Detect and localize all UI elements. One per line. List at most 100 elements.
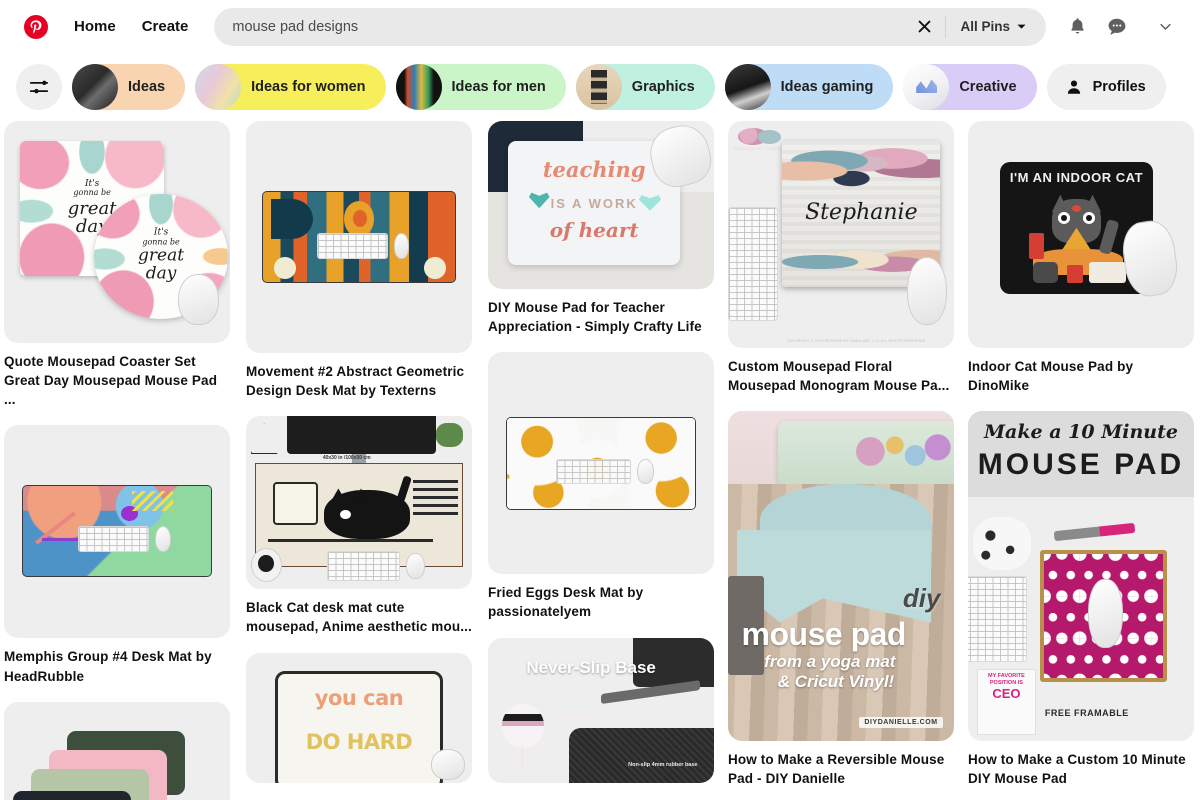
chip-graphics[interactable]: Graphics — [575, 64, 715, 110]
art-text: DO HARD — [305, 729, 413, 754]
art-text: teaching — [542, 157, 646, 183]
keyboard-illustration — [555, 458, 632, 485]
pin-column-2: Movement #2 Abstract Geometric Design De… — [246, 121, 472, 799]
keyboard-illustration — [968, 576, 1027, 663]
pin-column-4: DESIGNS BY LINDA NEE Stephanie COPYRIGHT… — [728, 121, 954, 800]
mouse-illustration — [154, 525, 172, 553]
pin-card[interactable]: diy mouse pad from a yoga mat & Cricut V… — [728, 411, 954, 788]
chip-thumbnail-ideas-gaming — [724, 64, 771, 110]
chip-label: Ideas for men — [451, 79, 546, 95]
search-bar[interactable]: All Pins — [214, 7, 1046, 46]
chip-thumbnail-ideas-for-men — [395, 64, 442, 110]
pin-card[interactable]: It's gonna be great day It's gonna be gr… — [4, 121, 230, 409]
pin-title: Fried Eggs Desk Mat by passionatelyem — [488, 585, 644, 620]
pin-card[interactable] — [4, 701, 230, 800]
filter-sliders-icon[interactable] — [16, 64, 62, 110]
chip-label: Creative — [959, 79, 1017, 95]
pin-image-black-cat-desk-mat[interactable]: 40x30 in /100x50 cm — [246, 416, 472, 590]
desk-mat-art — [22, 485, 212, 577]
art-text: mouse pad — [741, 615, 907, 652]
mouse-illustration — [393, 233, 409, 259]
art-text: of heart — [549, 218, 639, 243]
pin-column-1: It's gonna be great day It's gonna be gr… — [4, 121, 230, 800]
messages-chat-icon[interactable] — [1100, 10, 1134, 44]
clear-search-icon[interactable] — [909, 12, 939, 42]
pin-card[interactable]: Fried Eggs Desk Mat by passionatelyem — [488, 352, 714, 621]
pin-title: DIY Mouse Pad for Teacher Appreciation -… — [488, 300, 702, 335]
chevron-down-icon — [1017, 24, 1026, 29]
keyboard-illustration — [77, 525, 149, 553]
art-text: you can — [314, 686, 404, 711]
chip-thumbnail-ideas — [72, 64, 118, 110]
pin-image-mousepad-color-stack[interactable] — [4, 701, 230, 800]
desk-mat-art — [261, 190, 457, 284]
chip-profiles[interactable]: Profiles — [1046, 64, 1166, 110]
chip-creative[interactable]: Creative — [903, 64, 1037, 110]
pinterest-logo-icon[interactable] — [24, 14, 48, 39]
search-input[interactable] — [232, 18, 910, 35]
pin-card[interactable]: I'M AN INDOOR CAT Indoor Cat Mouse Pad b… — [968, 121, 1194, 395]
pin-title: Quote Mousepad Coaster Set Great Day Mou… — [4, 354, 218, 408]
pin-card[interactable]: Make a 10 Minute MOUSE PAD MY FAVORITE P… — [968, 411, 1194, 788]
pin-card[interactable]: Never-Slip Base 4-shaped stitched edge N… — [488, 637, 714, 783]
pin-image-custom-floral-monogram-mousepad[interactable]: DESIGNS BY LINDA NEE Stephanie COPYRIGHT… — [728, 121, 954, 348]
pin-image-movement-2-abstract-geometric[interactable] — [246, 121, 472, 353]
chip-label: Ideas gaming — [780, 79, 874, 95]
chip-thumbnail-creative — [903, 64, 950, 110]
art-text: 4-shaped stitched edge — [551, 715, 613, 722]
nav-home[interactable]: Home — [74, 18, 116, 35]
pin-image-fried-eggs-desk-mat[interactable] — [488, 352, 714, 575]
pin-title: How to Make a Reversible Mouse Pad - DIY… — [728, 752, 945, 787]
pin-card[interactable]: teaching IS A WORK of heart DIY Mouse Pa… — [488, 121, 714, 336]
mouse-illustration — [636, 458, 654, 485]
nav-create[interactable]: Create — [142, 18, 189, 35]
pin-image-indoor-cat-mouse-pad[interactable]: I'M AN INDOOR CAT — [968, 121, 1194, 348]
chip-ideas-gaming[interactable]: Ideas gaming — [724, 64, 894, 110]
mouse-illustration — [406, 552, 425, 579]
mouse-illustration — [1088, 578, 1123, 648]
art-text: great — [138, 245, 185, 266]
chip-label: Profiles — [1092, 79, 1146, 95]
art-text: Non-slip 4mm rubber base — [628, 762, 698, 769]
filter-chip-bar: Ideas Ideas for women Ideas for men Grap… — [0, 53, 1200, 121]
keyboard-illustration — [728, 207, 778, 321]
pin-card[interactable]: Memphis Group #4 Desk Mat by HeadRubble — [4, 425, 230, 685]
all-pins-dropdown[interactable]: All Pins — [950, 12, 1040, 42]
chip-ideas-for-men[interactable]: Ideas for men — [395, 64, 566, 110]
chip-thumbnail-ideas-for-women — [195, 64, 242, 110]
pin-card[interactable]: DESIGNS BY LINDA NEE Stephanie COPYRIGHT… — [728, 121, 954, 395]
chip-label: Ideas for women — [251, 79, 366, 95]
pin-image-quote-mousepad-coaster-set[interactable]: It's gonna be great day It's gonna be gr… — [4, 121, 230, 343]
art-text: MOUSE PAD — [977, 447, 1185, 481]
art-text: I'M AN INDOOR CAT — [1009, 169, 1144, 185]
pin-title: Indoor Cat Mouse Pad by DinoMike — [968, 359, 1134, 394]
chip-ideas-for-women[interactable]: Ideas for women — [195, 64, 386, 110]
pin-image-reversible-mouse-pad-diy-danielle[interactable]: diy mouse pad from a yoga mat & Cricut V… — [728, 411, 954, 742]
pin-card[interactable]: 40x30 in /100x50 cm Black Cat desk mat c… — [246, 416, 472, 636]
pin-image-diy-teacher-appreciation[interactable]: teaching IS A WORK of heart — [488, 121, 714, 289]
pin-image-you-can-do-hard-things[interactable]: you can DO HARD — [246, 652, 472, 783]
pin-image-10-minute-diy-mouse-pad[interactable]: Make a 10 Minute MOUSE PAD MY FAVORITE P… — [968, 411, 1194, 742]
header-divider — [945, 15, 947, 38]
person-icon — [1067, 80, 1080, 94]
pin-title: How to Make a Custom 10 Minute DIY Mouse… — [968, 752, 1186, 787]
art-text: Never-Slip Base — [526, 657, 656, 677]
mouse-illustration — [431, 748, 466, 780]
pin-title: Black Cat desk mat cute mousepad, Anime … — [246, 600, 472, 635]
pin-title: Custom Mousepad Floral Mousepad Monogram… — [728, 359, 950, 394]
pin-card[interactable]: you can DO HARD — [246, 652, 472, 783]
pin-image-memphis-group-desk-mat[interactable] — [4, 425, 230, 639]
pin-image-never-slip-base[interactable]: Never-Slip Base 4-shaped stitched edge N… — [488, 637, 714, 783]
pin-title: Movement #2 Abstract Geometric Design De… — [246, 364, 465, 399]
pin-card[interactable]: Movement #2 Abstract Geometric Design De… — [246, 121, 472, 400]
keyboard-illustration — [316, 233, 388, 259]
pin-grid: It's gonna be great day It's gonna be gr… — [0, 121, 1200, 800]
art-text: DIYDANIELLE.COM — [859, 717, 943, 729]
pin-title: Memphis Group #4 Desk Mat by HeadRubble — [4, 649, 212, 684]
pin-column-5: I'M AN INDOOR CAT Indoor Cat Mouse Pad b… — [968, 121, 1194, 800]
account-menu-chevron-icon[interactable] — [1148, 10, 1182, 44]
pin-column-3: teaching IS A WORK of heart DIY Mouse Pa… — [488, 121, 714, 799]
notifications-bell-icon[interactable] — [1060, 10, 1094, 44]
chip-ideas[interactable]: Ideas — [72, 64, 186, 110]
art-text: from a yoga mat — [764, 652, 896, 672]
